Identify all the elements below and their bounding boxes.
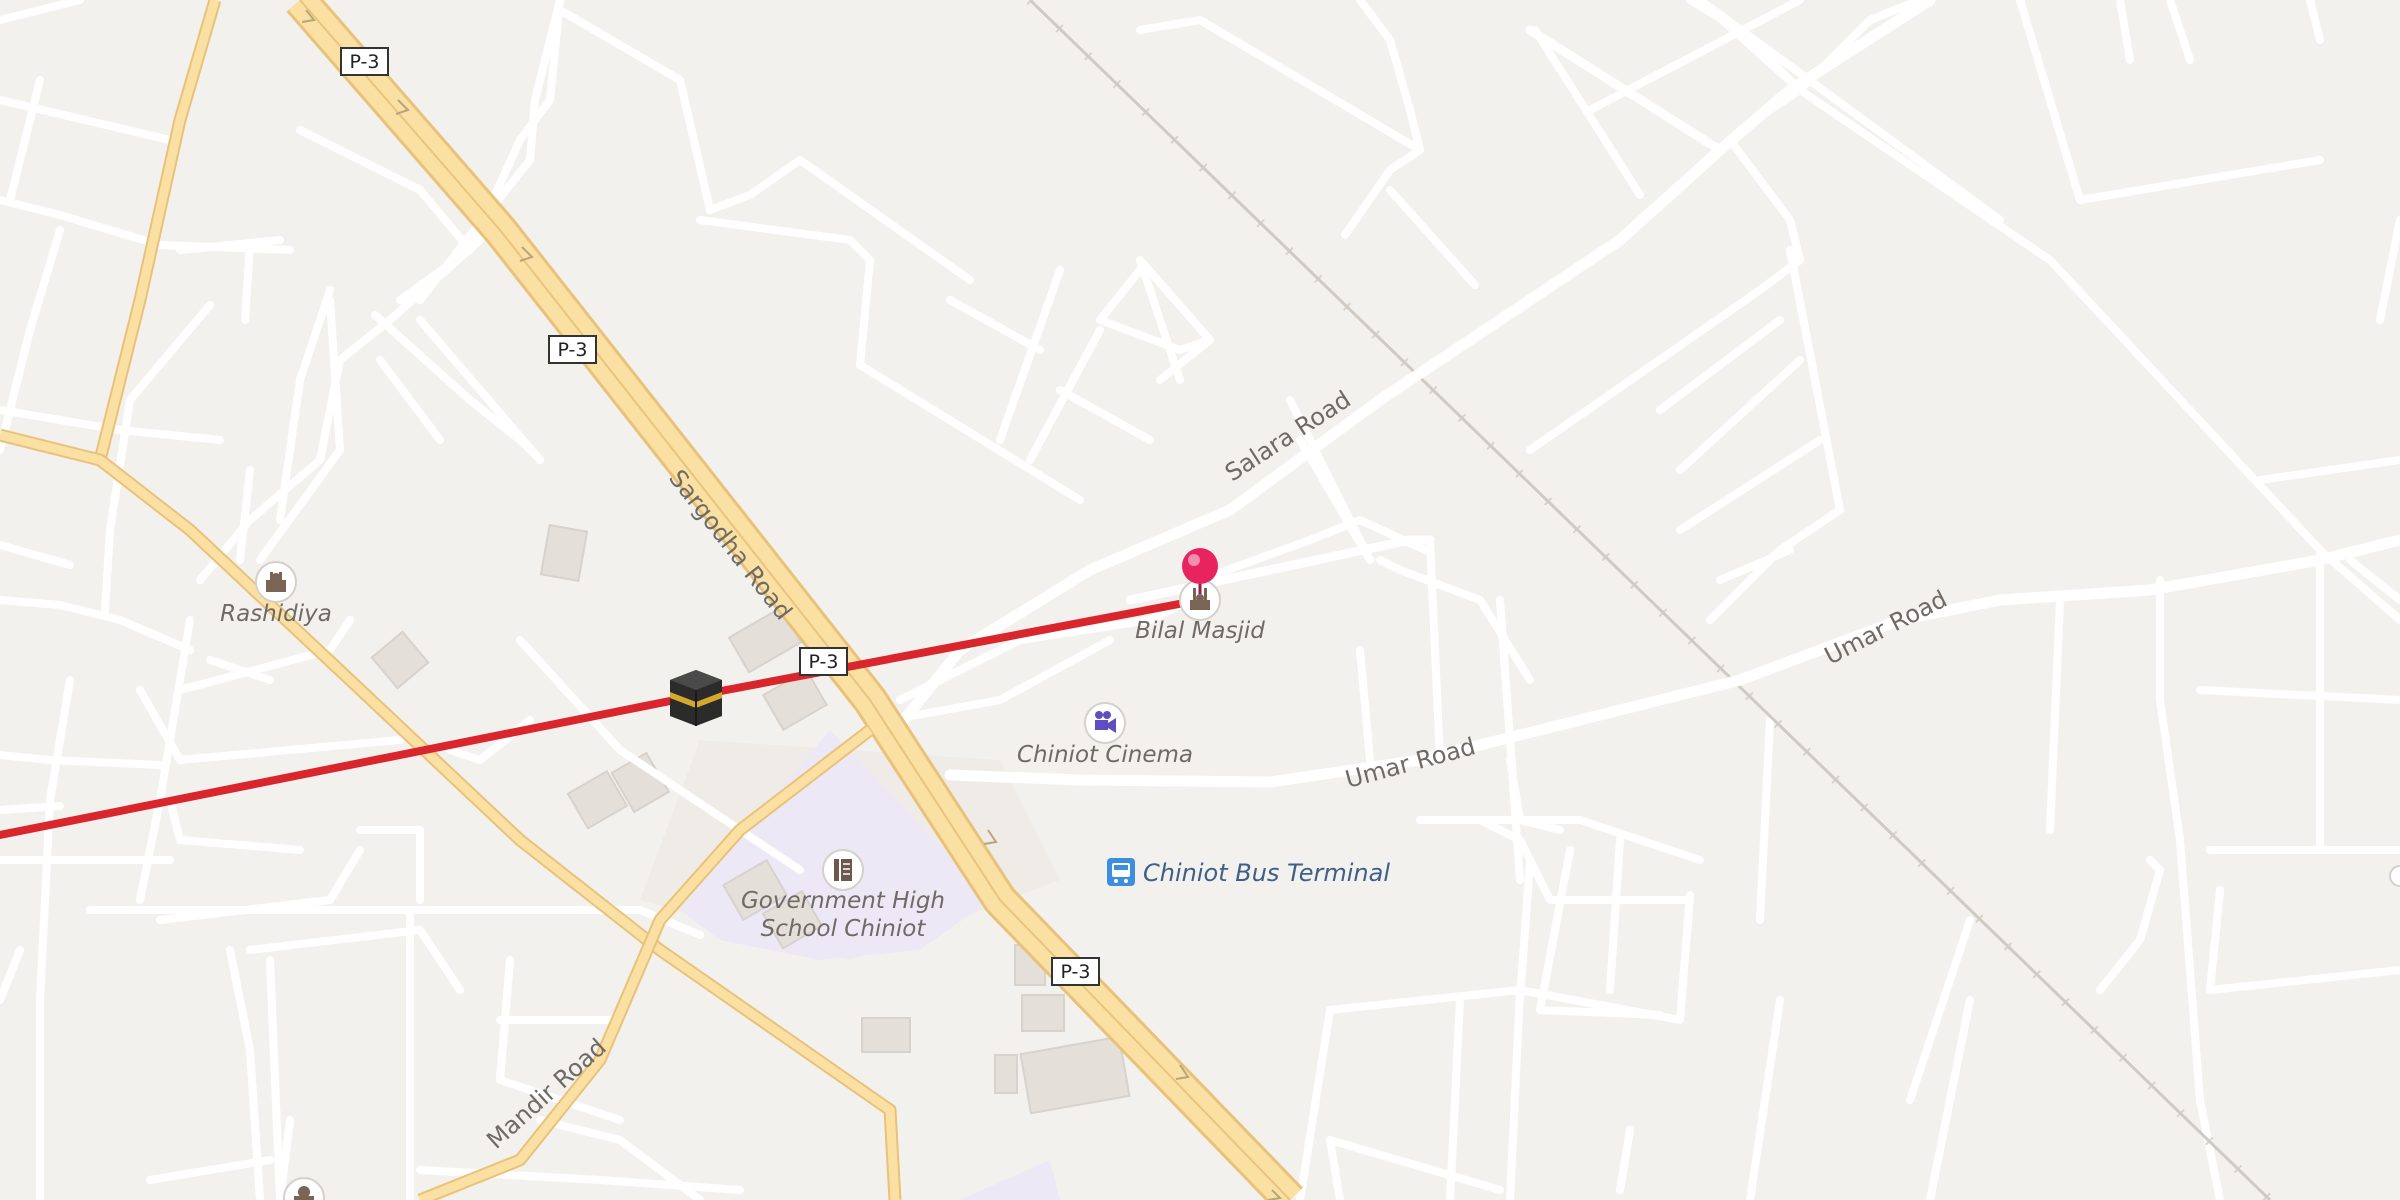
poi-label-bilal-masjid: Bilal Masjid <box>1135 618 1265 644</box>
poi-label-school-line1: Government High <box>741 888 945 914</box>
route-shield-label: P-3 <box>1061 961 1091 983</box>
bus-icon <box>1107 858 1135 886</box>
route-shield-label: P-3 <box>558 339 588 361</box>
kaaba-icon <box>670 670 722 726</box>
school-icon <box>822 849 864 891</box>
route-shield-label: P-3 <box>809 651 839 673</box>
cinema-icon <box>1084 702 1126 744</box>
route-shield-p3: P-3 <box>548 335 597 364</box>
poi-label-rashidiya: Rashidiya <box>220 601 332 627</box>
route-shield-label: P-3 <box>350 51 380 73</box>
map-canvas[interactable]: P-3 P-3 P-3 P-3 Sargodha Road Salara Roa… <box>0 0 2400 1200</box>
poi-label-school-line2: School Chiniot <box>761 916 927 942</box>
route-shield-p3: P-3 <box>340 47 389 76</box>
poi-kaaba[interactable] <box>670 670 722 726</box>
mosque-icon <box>255 561 297 603</box>
route-shield-p3: P-3 <box>799 647 848 676</box>
poi-label-bus-terminal: Chiniot Bus Terminal <box>1143 859 1390 887</box>
poi-chiniot-bus-terminal[interactable]: Chiniot Bus Terminal <box>1107 858 1390 887</box>
route-shield-p3: P-3 <box>1051 957 1100 986</box>
poi-label-chiniot-cinema: Chiniot Cinema <box>1017 742 1193 768</box>
